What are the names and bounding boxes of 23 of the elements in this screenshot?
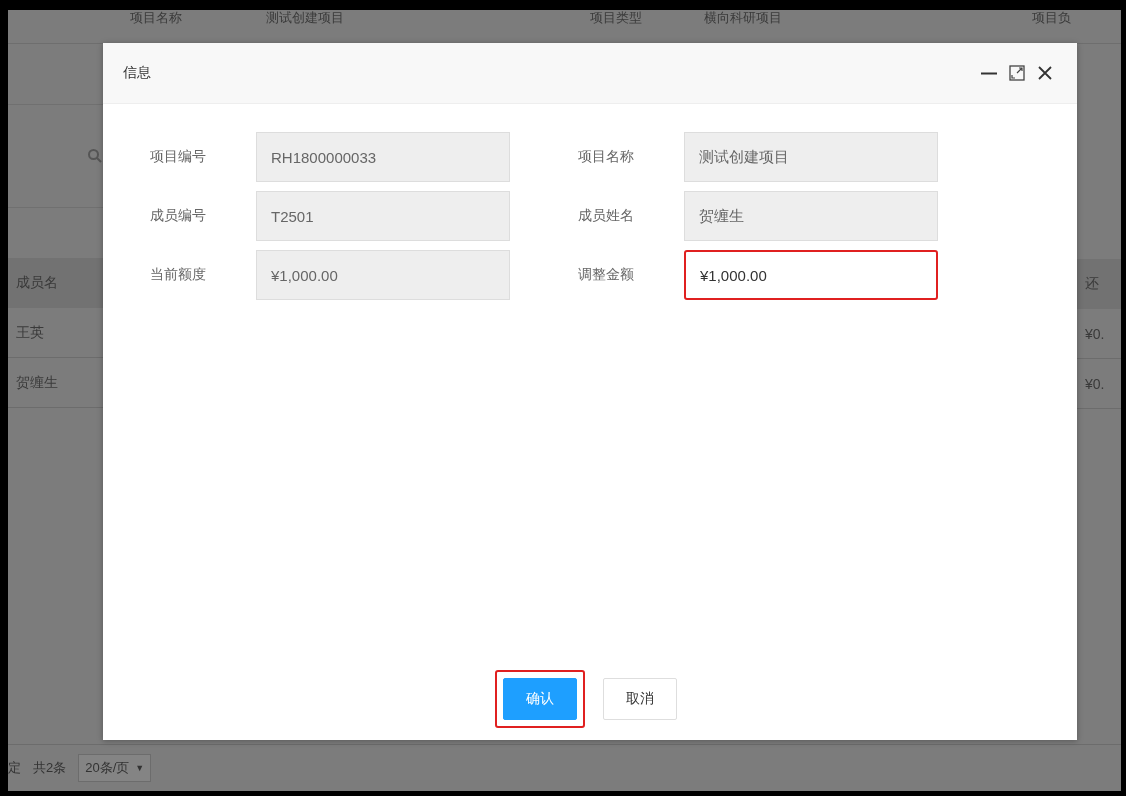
close-icon[interactable] [1037,65,1053,81]
field-label: 项目名称 [578,147,635,166]
background-text: 测试创建项目 [266,10,344,26]
page-size-select[interactable]: 20条/页 ▼ [78,754,152,782]
total-count: 共2条 [33,759,67,777]
cancel-button[interactable]: 取消 [603,678,677,720]
confirm-button[interactable]: 确认 [503,678,577,720]
text-field[interactable]: ¥1,000.00 [684,250,938,300]
column-header: 还 [1077,259,1121,309]
maximize-icon[interactable] [1009,65,1025,81]
minimize-icon[interactable] [981,71,997,75]
background-text: 项目名称 [130,10,182,26]
field-label: 成员编号 [150,206,207,225]
background-text: 项目负 [1032,10,1071,26]
field-label: 成员姓名 [578,206,635,225]
background-text: 横向科研项目 [704,10,782,26]
search-icon [87,148,103,164]
dialog-title: 信息 [123,64,152,82]
field-label: 当前额度 [150,265,207,284]
background-text: 项目类型 [590,10,642,26]
field-label: 调整金额 [578,265,635,284]
pager-text: 定 [8,759,21,777]
field-label: 项目编号 [150,147,207,166]
